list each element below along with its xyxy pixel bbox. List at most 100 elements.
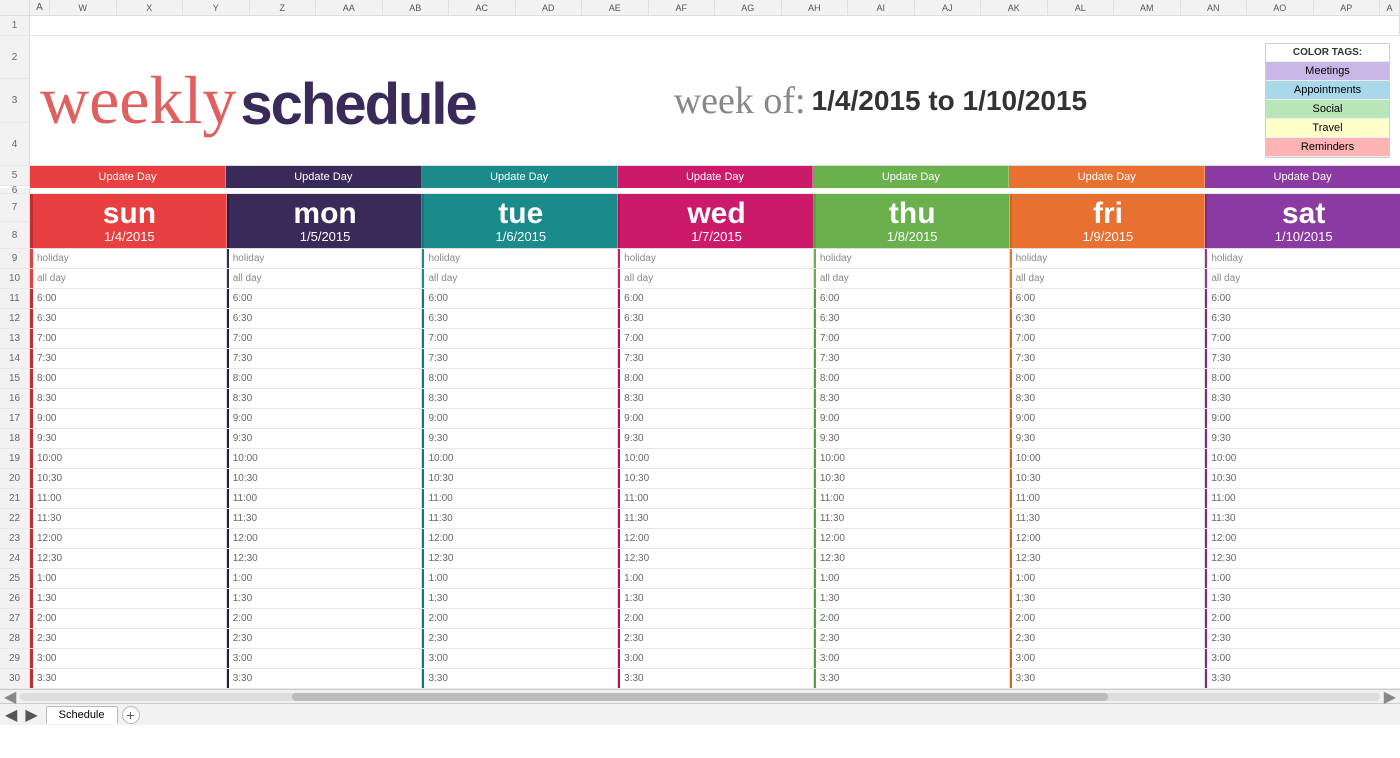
time-cell-2-30-day-0[interactable]: 2:30 [30, 629, 227, 648]
time-cell-9-00-day-3[interactable]: 9:00 [618, 409, 814, 428]
time-cell-3-00-day-0[interactable]: 3:00 [30, 649, 227, 668]
time-cell-9-00-day-0[interactable]: 9:00 [30, 409, 227, 428]
time-cell-9-00-day-6[interactable]: 9:00 [1205, 409, 1400, 428]
scroll-bar[interactable]: ◀ ▶ [0, 689, 1400, 703]
time-cell-1-00-day-4[interactable]: 1:00 [814, 569, 1010, 588]
scroll-left-btn[interactable]: ◀ [4, 687, 16, 707]
time-cell-10-00-day-4[interactable]: 10:00 [814, 449, 1010, 468]
allday-wed[interactable]: all day [618, 269, 814, 288]
time-cell-6-30-day-5[interactable]: 6:30 [1010, 309, 1206, 328]
time-cell-8-30-day-4[interactable]: 8:30 [814, 389, 1010, 408]
time-cell-10-30-day-5[interactable]: 10:30 [1010, 469, 1206, 488]
time-cell-11-30-day-2[interactable]: 11:30 [422, 509, 618, 528]
time-cell-6-00-day-0[interactable]: 6:00 [30, 289, 227, 308]
time-cell-7-30-day-1[interactable]: 7:30 [227, 349, 423, 368]
update-day-sat[interactable]: Update Day [1205, 166, 1400, 188]
time-cell-12-30-day-0[interactable]: 12:30 [30, 549, 227, 568]
time-cell-6-00-day-5[interactable]: 6:00 [1010, 289, 1206, 308]
time-cell-1-00-day-1[interactable]: 1:00 [227, 569, 423, 588]
time-cell-3-30-day-2[interactable]: 3:30 [422, 669, 618, 688]
time-cell-10-30-day-1[interactable]: 10:30 [227, 469, 423, 488]
time-cell-7-00-day-0[interactable]: 7:00 [30, 329, 227, 348]
time-cell-1-30-day-3[interactable]: 1:30 [618, 589, 814, 608]
time-cell-11-30-day-0[interactable]: 11:30 [30, 509, 227, 528]
time-cell-8-30-day-0[interactable]: 8:30 [30, 389, 227, 408]
time-cell-11-00-day-4[interactable]: 11:00 [814, 489, 1010, 508]
time-cell-7-00-day-1[interactable]: 7:00 [227, 329, 423, 348]
time-cell-7-30-day-3[interactable]: 7:30 [618, 349, 814, 368]
time-cell-6-00-day-6[interactable]: 6:00 [1205, 289, 1400, 308]
time-cell-11-00-day-2[interactable]: 11:00 [422, 489, 618, 508]
time-cell-8-00-day-1[interactable]: 8:00 [227, 369, 423, 388]
time-cell-7-30-day-5[interactable]: 7:30 [1010, 349, 1206, 368]
time-cell-3-00-day-5[interactable]: 3:00 [1010, 649, 1206, 668]
time-cell-12-30-day-2[interactable]: 12:30 [422, 549, 618, 568]
time-cell-11-00-day-0[interactable]: 11:00 [30, 489, 227, 508]
time-cell-3-30-day-4[interactable]: 3:30 [814, 669, 1010, 688]
time-cell-3-00-day-3[interactable]: 3:00 [618, 649, 814, 668]
time-cell-9-00-day-4[interactable]: 9:00 [814, 409, 1010, 428]
update-day-thu[interactable]: Update Day [813, 166, 1009, 188]
time-cell-12-30-day-3[interactable]: 12:30 [618, 549, 814, 568]
time-cell-6-00-day-3[interactable]: 6:00 [618, 289, 814, 308]
time-cell-3-00-day-1[interactable]: 3:00 [227, 649, 423, 668]
time-cell-10-00-day-1[interactable]: 10:00 [227, 449, 423, 468]
time-cell-12-30-day-6[interactable]: 12:30 [1205, 549, 1400, 568]
time-cell-7-00-day-6[interactable]: 7:00 [1205, 329, 1400, 348]
time-cell-6-00-day-1[interactable]: 6:00 [227, 289, 423, 308]
time-cell-7-30-day-6[interactable]: 7:30 [1205, 349, 1400, 368]
time-cell-12-00-day-1[interactable]: 12:00 [227, 529, 423, 548]
time-cell-11-30-day-5[interactable]: 11:30 [1010, 509, 1206, 528]
time-cell-6-30-day-0[interactable]: 6:30 [30, 309, 227, 328]
time-cell-1-00-day-2[interactable]: 1:00 [422, 569, 618, 588]
time-cell-6-30-day-2[interactable]: 6:30 [422, 309, 618, 328]
time-cell-11-00-day-5[interactable]: 11:00 [1010, 489, 1206, 508]
time-cell-9-30-day-6[interactable]: 9:30 [1205, 429, 1400, 448]
time-cell-3-30-day-5[interactable]: 3:30 [1010, 669, 1206, 688]
time-cell-2-00-day-6[interactable]: 2:00 [1205, 609, 1400, 628]
allday-tue[interactable]: all day [422, 269, 618, 288]
time-cell-7-00-day-5[interactable]: 7:00 [1010, 329, 1206, 348]
time-cell-8-00-day-5[interactable]: 8:00 [1010, 369, 1206, 388]
update-day-wed[interactable]: Update Day [618, 166, 814, 188]
scroll-right-btn[interactable]: ▶ [1384, 687, 1396, 707]
time-cell-10-00-day-6[interactable]: 10:00 [1205, 449, 1400, 468]
time-cell-2-00-day-0[interactable]: 2:00 [30, 609, 227, 628]
time-cell-8-30-day-1[interactable]: 8:30 [227, 389, 423, 408]
time-cell-6-00-day-2[interactable]: 6:00 [422, 289, 618, 308]
time-cell-12-00-day-4[interactable]: 12:00 [814, 529, 1010, 548]
time-cell-12-00-day-2[interactable]: 12:00 [422, 529, 618, 548]
schedule-tab[interactable]: Schedule [46, 706, 118, 724]
time-cell-3-00-day-2[interactable]: 3:00 [422, 649, 618, 668]
time-cell-8-30-day-2[interactable]: 8:30 [422, 389, 618, 408]
time-cell-2-00-day-1[interactable]: 2:00 [227, 609, 423, 628]
allday-thu[interactable]: all day [814, 269, 1010, 288]
time-cell-8-00-day-0[interactable]: 8:00 [30, 369, 227, 388]
holiday-mon[interactable]: holiday [227, 249, 423, 268]
time-cell-9-00-day-1[interactable]: 9:00 [227, 409, 423, 428]
update-day-tue[interactable]: Update Day [422, 166, 618, 188]
sheet-nav-right[interactable]: ▶ [25, 705, 37, 725]
time-cell-1-00-day-0[interactable]: 1:00 [30, 569, 227, 588]
time-cell-8-30-day-3[interactable]: 8:30 [618, 389, 814, 408]
update-day-sun[interactable]: Update Day [30, 166, 226, 188]
time-cell-9-30-day-2[interactable]: 9:30 [422, 429, 618, 448]
time-cell-9-30-day-0[interactable]: 9:30 [30, 429, 227, 448]
time-cell-2-30-day-2[interactable]: 2:30 [422, 629, 618, 648]
time-cell-9-00-day-2[interactable]: 9:00 [422, 409, 618, 428]
time-cell-2-30-day-3[interactable]: 2:30 [618, 629, 814, 648]
time-cell-11-30-day-4[interactable]: 11:30 [814, 509, 1010, 528]
holiday-sat[interactable]: holiday [1205, 249, 1400, 268]
horizontal-scrollbar[interactable] [20, 693, 1379, 701]
allday-sun[interactable]: all day [30, 269, 227, 288]
time-cell-1-00-day-5[interactable]: 1:00 [1010, 569, 1206, 588]
scrollbar-thumb[interactable] [292, 693, 1108, 701]
time-cell-9-30-day-4[interactable]: 9:30 [814, 429, 1010, 448]
time-cell-3-30-day-3[interactable]: 3:30 [618, 669, 814, 688]
time-cell-6-30-day-4[interactable]: 6:30 [814, 309, 1010, 328]
sheet-nav-left[interactable]: ◀ [5, 705, 17, 725]
time-cell-7-00-day-4[interactable]: 7:00 [814, 329, 1010, 348]
time-cell-2-30-day-5[interactable]: 2:30 [1010, 629, 1206, 648]
time-cell-8-00-day-3[interactable]: 8:00 [618, 369, 814, 388]
time-cell-12-30-day-5[interactable]: 12:30 [1010, 549, 1206, 568]
